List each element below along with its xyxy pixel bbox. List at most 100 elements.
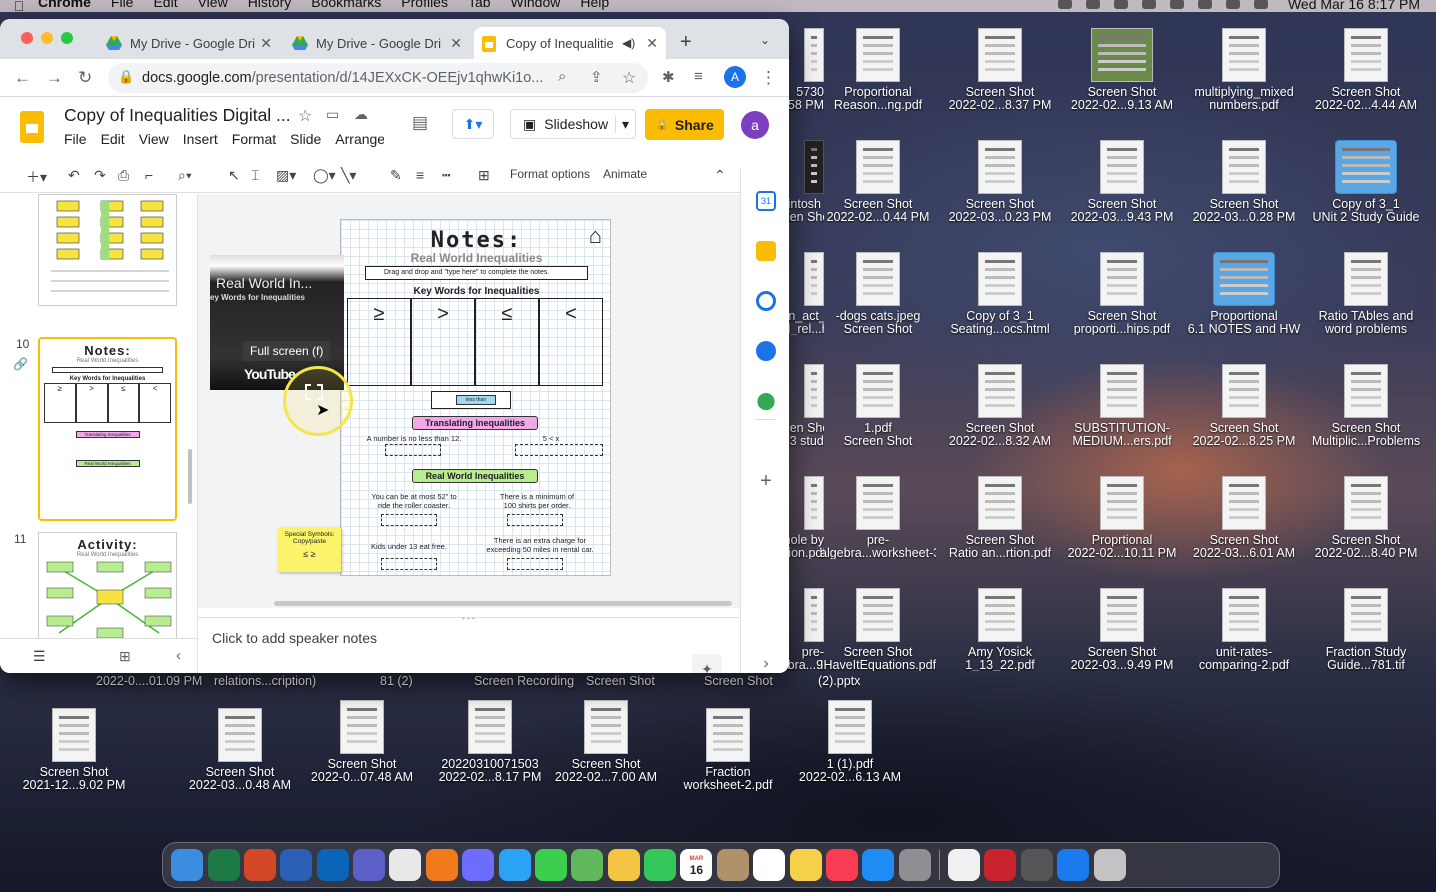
- chrome-icon[interactable]: [389, 849, 422, 881]
- tab-search-icon[interactable]: ⌄: [760, 33, 770, 47]
- slides-menu-file[interactable]: File: [64, 131, 87, 147]
- keyword-column-gt[interactable]: >: [411, 298, 475, 386]
- animate-button[interactable]: Animate: [603, 167, 647, 181]
- desktop-file-icon[interactable]: multiplying_mixed numbers.pdf: [1186, 28, 1302, 111]
- print-icon[interactable]: ⎙: [118, 167, 129, 184]
- play-icon[interactable]: [1141, 0, 1156, 9]
- launchpad-icon[interactable]: [462, 849, 495, 881]
- desktop-file-name[interactable]: (2).pptx: [818, 674, 860, 688]
- tab-my-drive-1[interactable]: My Drive - Google Dri ✕: [98, 27, 280, 59]
- desktop-file-icon[interactable]: Proprtional 2022-02...10.11 PM: [1064, 476, 1180, 559]
- notes-resize-handle[interactable]: • • •: [462, 614, 475, 623]
- excel-icon[interactable]: [207, 849, 240, 881]
- explore-icon[interactable]: ✦: [692, 654, 722, 673]
- word-icon[interactable]: [280, 849, 313, 881]
- border-dash-icon[interactable]: ┅: [442, 167, 450, 184]
- desktop-file-icon[interactable]: Screen Shot 2022-02...9.13 AM: [1064, 28, 1180, 111]
- statement-1-answer[interactable]: 5 < x: [511, 434, 591, 443]
- calendar-icon[interactable]: MAR 16: [680, 849, 713, 881]
- bookmark-star-icon[interactable]: ☆: [622, 68, 636, 88]
- cloud-status-icon[interactable]: ☁: [354, 106, 368, 123]
- close-window-button[interactable]: [21, 32, 33, 44]
- notes-icon[interactable]: [789, 849, 822, 881]
- safari-icon[interactable]: [498, 849, 531, 881]
- back-icon[interactable]: ←: [14, 68, 31, 88]
- firefox-icon[interactable]: [425, 849, 458, 881]
- desktop-file-icon[interactable]: Screen Shot 2022-02...7.00 AM: [548, 700, 664, 783]
- format-options-button[interactable]: Format options: [510, 167, 590, 181]
- maps-icon[interactable]: [571, 849, 604, 881]
- grid-view-icon[interactable]: ⊞: [119, 648, 131, 665]
- document-title[interactable]: Copy of Inequalities Digital ...: [64, 105, 289, 126]
- desktop-file-icon[interactable]: Screen Shot 2022-02...8.37 PM: [942, 28, 1058, 111]
- collapse-filmstrip-icon[interactable]: ‹: [176, 647, 181, 664]
- home-icon[interactable]: ⌂: [589, 223, 602, 249]
- desktop-file-icon[interactable]: Screen Shot 2022-03...0.28 PM: [1186, 140, 1302, 223]
- realworld-heading[interactable]: Real World Inequalities: [412, 469, 538, 483]
- slideshow-dropdown-icon[interactable]: ▾: [614, 115, 629, 133]
- add-on-icon[interactable]: +: [756, 471, 776, 491]
- collapse-panel-icon[interactable]: ›: [756, 655, 776, 673]
- desktop-file-name[interactable]: 81 (2): [380, 674, 413, 688]
- desktop-file-icon[interactable]: Screen Shot 2022-03...9.49 PM: [1064, 588, 1180, 671]
- chrome-menu-icon[interactable]: ⋮: [760, 68, 777, 88]
- desktop-file-icon[interactable]: Screen Shot 2022-03...9.43 PM: [1064, 140, 1180, 223]
- share-page-icon[interactable]: ⇪: [590, 68, 603, 86]
- realworld-statement-3[interactable]: Kids under 13 eat free.: [369, 542, 449, 551]
- tasks-icon[interactable]: [756, 291, 776, 311]
- menu-bookmarks[interactable]: Bookmarks: [311, 0, 381, 9]
- desktop-file-icon[interactable]: Screen Shot 2021-12...9.02 PM: [16, 708, 132, 791]
- realworld-statement-1[interactable]: You can be at most 52" to ride the rolle…: [369, 492, 459, 510]
- desktop-file-icon[interactable]: Ratio TAbles and word problems: [1308, 252, 1424, 335]
- desktop-file-icon[interactable]: SUBSTITUTION- MEDIUM...ers.pdf: [1064, 364, 1180, 447]
- maps-icon[interactable]: ⬤: [756, 391, 776, 411]
- answer-box[interactable]: [381, 514, 437, 526]
- translating-heading[interactable]: Translating Inequalities: [412, 416, 538, 430]
- slide-thumbnail-10[interactable]: Notes: Real World Inequalities Key Words…: [38, 337, 177, 521]
- control-center-icon[interactable]: [1253, 0, 1268, 9]
- slides-menu-format[interactable]: Format: [232, 131, 276, 147]
- border-color-icon[interactable]: ✎: [390, 167, 402, 184]
- present-to-meeting-button[interactable]: ⬆▾: [452, 109, 494, 139]
- desktop-file-icon[interactable]: Screen Shot 2022-02...4.44 AM: [1308, 28, 1424, 111]
- select-icon[interactable]: ↖: [228, 167, 240, 184]
- menu-tab[interactable]: Tab: [468, 0, 491, 9]
- teams-icon[interactable]: [353, 849, 386, 881]
- youtube-logo[interactable]: YouTube: [244, 366, 296, 382]
- horizontal-scrollbar[interactable]: [274, 601, 732, 606]
- statement-1[interactable]: A number is no less than 12.: [359, 434, 469, 443]
- desktop-file-icon[interactable]: 1 (1).pdf 2022-02...6.13 AM: [792, 700, 908, 783]
- slides-menu-view[interactable]: View: [139, 131, 169, 147]
- slides-menu-insert[interactable]: Insert: [183, 131, 218, 147]
- comments-icon[interactable]: ▤: [412, 113, 428, 133]
- instruction-box[interactable]: Drag and drop and "type here" to complet…: [365, 266, 588, 280]
- slides-logo-icon[interactable]: [20, 111, 44, 143]
- desktop-file-icon[interactable]: Screen Shot Ratio an...rtion.pdf: [942, 476, 1058, 559]
- menu-history[interactable]: History: [248, 0, 292, 9]
- keyword-column-leq[interactable]: ≤: [475, 298, 539, 386]
- desktop-file-icon[interactable]: -dogs cats.jpeg Screen Shot: [820, 252, 936, 335]
- powerpoint-icon[interactable]: [243, 849, 276, 881]
- slide-thumbnail-9[interactable]: [38, 194, 177, 306]
- photos-icon[interactable]: [607, 849, 640, 881]
- desktop-file-icon[interactable]: Screen Shot 2022-02...8.32 AM: [942, 364, 1058, 447]
- desktop-file-icon[interactable]: Screen Shot Multiplic...Problems: [1308, 364, 1424, 447]
- acrobat-icon[interactable]: [984, 849, 1017, 881]
- menu-file[interactable]: File: [111, 0, 134, 9]
- answer-box[interactable]: [385, 444, 441, 456]
- desktop-file-icon[interactable]: Copy of 3_1 Seating...ocs.html: [942, 252, 1058, 335]
- border-weight-icon[interactable]: ≡: [416, 167, 424, 183]
- desktop-file-icon[interactable]: Screen Shot 2022-02...0.44 PM: [820, 140, 936, 223]
- keyword-column-geq[interactable]: ≥: [347, 298, 411, 386]
- contacts-icon[interactable]: [756, 341, 776, 361]
- paint-format-icon[interactable]: ⌐: [145, 167, 153, 183]
- desktop-file-icon[interactable]: Proportional Reason...ng.pdf: [820, 28, 936, 111]
- textedit-icon[interactable]: [948, 849, 981, 881]
- keyword-column-lt[interactable]: <: [539, 298, 603, 386]
- calendar-icon[interactable]: 31: [756, 191, 776, 211]
- zoom-icon[interactable]: [1085, 0, 1100, 9]
- slide-title[interactable]: Notes:: [341, 228, 610, 253]
- slide-subtitle[interactable]: Real World Inequalities: [341, 251, 610, 265]
- extensions-icon[interactable]: ✱: [662, 68, 675, 86]
- answer-box[interactable]: [507, 514, 563, 526]
